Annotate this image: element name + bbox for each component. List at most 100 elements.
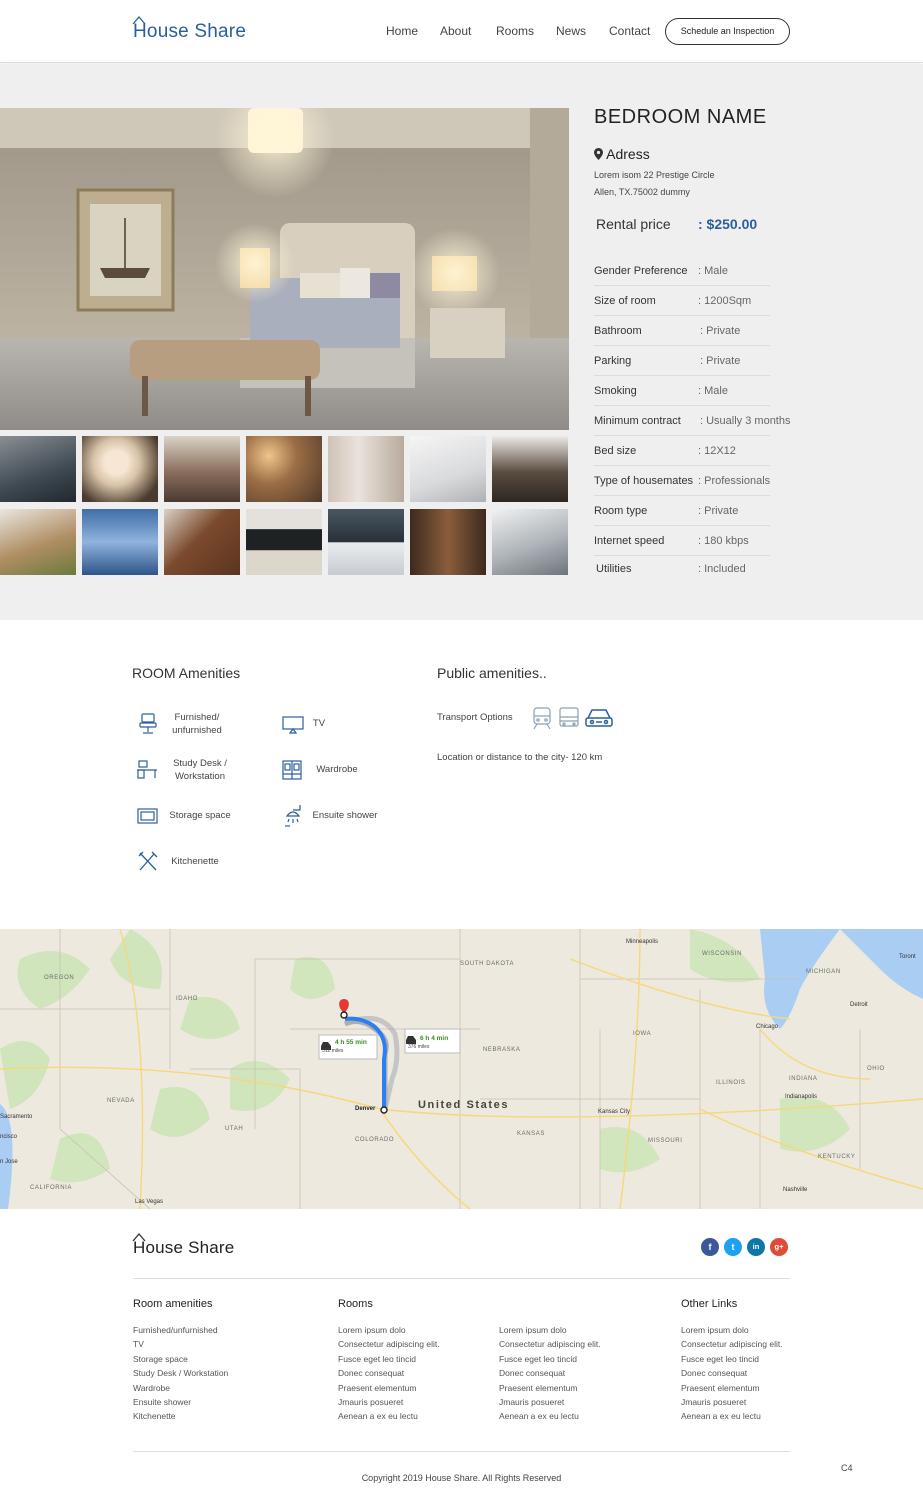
thumbnail-staircase[interactable] <box>164 509 240 575</box>
nav-home[interactable]: Home <box>386 24 418 38</box>
footer-link[interactable]: Ensuite shower <box>133 1395 228 1409</box>
footer-link[interactable]: Lorem ipsum dolo <box>499 1323 601 1337</box>
map-city-chicago: Chicago <box>756 1024 779 1030</box>
footer-link[interactable]: Study Desk / Workstation <box>133 1366 228 1380</box>
footer-link[interactable]: Fusce eget leo tincid <box>681 1352 783 1366</box>
detail-value-internet: : 180 kbps <box>698 535 749 547</box>
footer-link[interactable]: Aenean a ex eu lectu <box>681 1409 783 1423</box>
footer-link[interactable]: Consectetur adipiscing elit. <box>681 1337 783 1351</box>
footer-link[interactable]: Aenean a ex eu lectu <box>338 1409 440 1423</box>
thumbnail-towels[interactable] <box>82 436 158 502</box>
map-state-kentucky: KENTUCKY <box>818 1154 856 1160</box>
detail-key-utilities: Utilities <box>596 563 632 575</box>
footer-logo[interactable]: House Share <box>132 1233 234 1258</box>
twitter-icon[interactable]: t <box>724 1238 742 1256</box>
copyright-text: Copyright 2019 House Share. All Rights R… <box>361 1473 562 1483</box>
thumbnail-wardrobe[interactable] <box>410 509 486 575</box>
divider <box>594 345 770 346</box>
footer-link[interactable]: Donec consequat <box>681 1366 783 1380</box>
map-state-colorado: COLORADO <box>355 1137 395 1143</box>
footer-link[interactable]: Furnished/unfurnished <box>133 1323 228 1337</box>
amenity-furnished: Furnished/ unfurnished <box>172 712 222 736</box>
map-city-denver: Denver <box>355 1106 376 1112</box>
route-2-distance: 376 miles <box>408 1044 430 1050</box>
footer-link[interactable]: Storage space <box>133 1352 228 1366</box>
thumbnail-sofa[interactable] <box>328 509 404 575</box>
google-plus-icon[interactable]: g+ <box>770 1238 788 1256</box>
thumbnail-living-area[interactable] <box>0 436 76 502</box>
map-state-kansas: KANSAS <box>517 1131 545 1137</box>
footer-link[interactable]: Donec consequat <box>499 1366 601 1380</box>
address-heading: Adress <box>594 146 650 162</box>
house-roof-icon <box>132 16 146 25</box>
divider <box>594 555 770 556</box>
footer-link[interactable]: Consectetur adipiscing elit. <box>499 1337 601 1351</box>
detail-value-parking: : Private <box>700 355 741 367</box>
footer-link[interactable]: Fusce eget leo tincid <box>499 1352 601 1366</box>
detail-key-size: Size of room <box>594 295 656 307</box>
linkedin-icon[interactable]: in <box>747 1238 765 1256</box>
footer-link[interactable]: Consectetur adipiscing elit. <box>338 1337 440 1351</box>
footer-link[interactable]: Lorem ipsum dolo <box>338 1323 440 1337</box>
map-state-illinois: ILLINOIS <box>716 1080 746 1086</box>
divider <box>594 285 770 286</box>
cutlery-icon <box>138 851 158 871</box>
shower-icon <box>285 805 301 827</box>
route-map[interactable]: 4 h 55 min 312 miles 6 h 4 min 376 miles… <box>0 929 923 1209</box>
thumbnail-tv[interactable] <box>246 509 322 575</box>
wardrobe-icon <box>282 760 302 780</box>
detail-value-bed-size: : 12X12 <box>698 445 736 457</box>
map-state-nevada: NEVADA <box>107 1098 135 1104</box>
nav-about[interactable]: About <box>440 24 471 38</box>
detail-key-bed-size: Bed size <box>594 445 637 457</box>
thumbnail-lounge[interactable] <box>246 436 322 502</box>
footer-link[interactable]: Praesent elementum <box>338 1381 440 1395</box>
schedule-inspection-button[interactable]: Schedule an Inspection <box>665 18 790 45</box>
footer-link[interactable]: Praesent elementum <box>499 1381 601 1395</box>
thumbnail-tap[interactable] <box>410 436 486 502</box>
footer-link[interactable]: Praesent elementum <box>681 1381 783 1395</box>
nav-contact[interactable]: Contact <box>609 24 650 38</box>
site-header: House Share Home About Rooms News Contac… <box>0 0 923 63</box>
nav-news[interactable]: News <box>556 24 586 38</box>
map-state-california: CALIFORNIA <box>30 1185 73 1191</box>
footer-rooms-list-2: Lorem ipsum dolo Consectetur adipiscing … <box>499 1323 601 1424</box>
detail-value-housemates: : Professionals <box>698 475 771 487</box>
thumbnail-shower-head[interactable] <box>82 509 158 575</box>
detail-key-min-contract: Minimum contract <box>594 415 681 427</box>
footer-link[interactable]: Fusce eget leo tincid <box>338 1352 440 1366</box>
detail-key-gender: Gender Preference <box>594 265 688 277</box>
footer-link[interactable]: TV <box>133 1337 228 1351</box>
footer-rooms-list-1: Lorem ipsum dolo Consectetur adipiscing … <box>338 1323 440 1424</box>
footer-link[interactable]: Wardrobe <box>133 1381 228 1395</box>
footer-link[interactable]: Jmauris posueret <box>338 1395 440 1409</box>
thumbnail-bathroom[interactable] <box>492 509 568 575</box>
public-amenities-title: Public amenities.. <box>437 665 547 681</box>
map-state-missouri: MISSOURI <box>648 1138 683 1144</box>
thumbnail-dining[interactable] <box>164 436 240 502</box>
footer-rooms-title: Rooms <box>338 1298 373 1310</box>
detail-value-utilities: : Included <box>698 563 746 575</box>
facebook-icon[interactable]: f <box>701 1238 719 1256</box>
map-state-indiana: INDIANA <box>789 1076 818 1082</box>
footer-link[interactable]: Aenean a ex eu lectu <box>499 1409 601 1423</box>
route-1-distance: 312 miles <box>322 1048 344 1054</box>
address-line-1: Lorem isom 22 Prestige Circle <box>594 170 715 180</box>
thumbnail-closet[interactable] <box>328 436 404 502</box>
footer-link[interactable]: Kitchenette <box>133 1409 228 1423</box>
tv-icon <box>282 716 304 734</box>
train-icon <box>533 707 551 730</box>
nav-rooms[interactable]: Rooms <box>496 24 534 38</box>
detail-value-room-type: : Private <box>698 505 739 517</box>
footer-link[interactable]: Donec consequat <box>338 1366 440 1380</box>
chair-icon <box>139 713 157 734</box>
footer-link[interactable]: Jmauris posueret <box>681 1395 783 1409</box>
thumbnail-dining-room[interactable] <box>0 509 76 575</box>
footer-link[interactable]: Lorem ipsum dolo <box>681 1323 783 1337</box>
detail-value-size: : 1200Sqm <box>698 295 752 307</box>
main-bedroom-photo[interactable] <box>0 108 569 430</box>
logo[interactable]: House Share <box>132 16 246 43</box>
map-state-oregon: OREGON <box>44 975 75 981</box>
footer-link[interactable]: Jmauris posueret <box>499 1395 601 1409</box>
thumbnail-kitchen[interactable] <box>492 436 568 502</box>
